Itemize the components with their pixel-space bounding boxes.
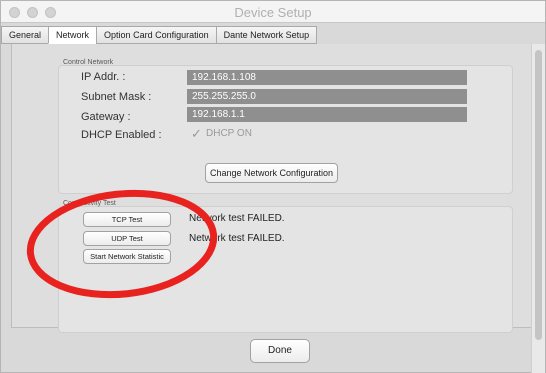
tab-option-card-configuration[interactable]: Option Card Configuration — [96, 26, 217, 44]
tab-network[interactable]: Network — [48, 26, 98, 44]
checkmark-icon: ✓ — [191, 126, 202, 141]
tab-dante-network-setup[interactable]: Dante Network Setup — [215, 26, 318, 44]
scrollbar-thumb[interactable] — [535, 50, 542, 340]
tcp-test-button[interactable]: TCP Test — [83, 212, 171, 227]
udp-test-button[interactable]: UDP Test — [83, 231, 171, 246]
window-title: Device Setup — [234, 5, 312, 20]
start-network-statistic-button[interactable]: Start Network Statistic — [83, 249, 171, 264]
ip-address-field: 192.168.1.108 — [187, 70, 467, 85]
tab-bar: General Network Option Card Configuratio… — [1, 26, 318, 44]
gateway-field: 192.168.1.1 — [187, 107, 467, 122]
ip-address-label: IP Addr. : — [81, 71, 126, 83]
control-network-group-label: Control Network — [63, 59, 114, 66]
tab-general[interactable]: General — [1, 26, 50, 44]
device-setup-window: Device Setup General Network Option Card… — [0, 0, 546, 373]
done-button[interactable]: Done — [250, 339, 310, 363]
subnet-mask-label: Subnet Mask : — [81, 91, 152, 103]
dhcp-status: DHCP ON — [206, 128, 252, 139]
change-network-configuration-button[interactable]: Change Network Configuration — [205, 163, 338, 183]
gateway-label: Gateway : — [81, 111, 131, 123]
udp-test-status: Network test FAILED. — [189, 233, 285, 244]
title-bar: Device Setup — [1, 1, 545, 23]
tcp-test-status: Network test FAILED. — [189, 213, 285, 224]
subnet-mask-field: 255.255.255.0 — [187, 89, 467, 104]
vertical-scrollbar[interactable] — [531, 44, 545, 373]
dhcp-enabled-label: DHCP Enabled : — [81, 129, 162, 141]
connectivity-test-group-label: Connectivity Test — [63, 200, 116, 207]
